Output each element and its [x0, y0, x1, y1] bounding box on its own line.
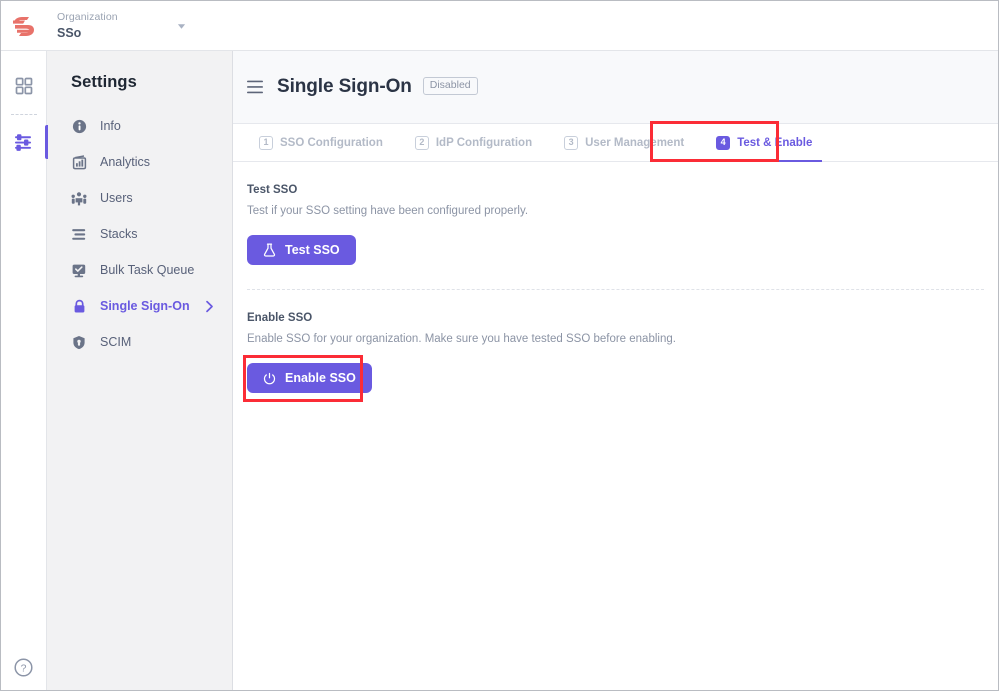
info-circle-icon: [71, 118, 87, 134]
tab-number-badge: 2: [415, 136, 429, 150]
tab-sso-configuration[interactable]: 1 SSO Configuration: [243, 124, 399, 161]
rail-item-help[interactable]: ?: [1, 657, 46, 678]
enable-sso-button[interactable]: Enable SSO: [247, 363, 372, 393]
tab-number-badge: 1: [259, 136, 273, 150]
chevron-down-icon: [177, 21, 186, 30]
sidebar-item-bulk-task-queue[interactable]: Bulk Task Queue: [47, 252, 232, 288]
sidebar-item-info[interactable]: Info: [47, 108, 232, 144]
test-sso-button-label: Test SSO: [285, 243, 340, 257]
help-circle-icon: ?: [13, 657, 34, 678]
organization-name: SSo: [57, 25, 118, 41]
lock-icon: [71, 298, 87, 314]
tab-idp-configuration[interactable]: 2 IdP Configuration: [399, 124, 548, 161]
app-logo[interactable]: [1, 1, 47, 50]
tab-label: User Management: [585, 137, 684, 149]
test-and-enable-panel: Test SSO Test if your SSO setting have b…: [233, 162, 998, 393]
svg-text:?: ?: [21, 662, 27, 674]
tab-user-management[interactable]: 3 User Management: [548, 124, 700, 161]
stacks-layers-icon: [71, 226, 87, 242]
sidebar-item-label: Single Sign-On: [100, 299, 190, 313]
app-window: Organization SSo: [0, 0, 999, 691]
top-bar: Organization SSo: [1, 1, 998, 51]
settings-sidebar: Settings Info: [47, 51, 233, 690]
scalr-s-logo-icon: [11, 14, 37, 38]
tab-label: Test & Enable: [737, 137, 812, 149]
content-card: 1 SSO Configuration 2 IdP Configuration …: [233, 123, 998, 690]
tab-label: IdP Configuration: [436, 137, 532, 149]
tab-bar: 1 SSO Configuration 2 IdP Configuration …: [233, 124, 998, 162]
flask-beaker-icon: [263, 243, 276, 257]
sidebar-item-label: Info: [100, 119, 121, 133]
sidebar-item-analytics[interactable]: Analytics: [47, 144, 232, 180]
settings-sidebar-title: Settings: [47, 73, 232, 108]
sidebar-item-scim[interactable]: SCIM: [47, 324, 232, 360]
sidebar-item-users[interactable]: Users: [47, 180, 232, 216]
sidebar-item-single-sign-on[interactable]: Single Sign-On: [47, 288, 232, 324]
sidebar-item-stacks[interactable]: Stacks: [47, 216, 232, 252]
test-sso-button[interactable]: Test SSO: [247, 235, 356, 265]
sidebar-item-label: Analytics: [100, 155, 150, 169]
organization-label: Organization: [57, 10, 118, 24]
test-sso-section: Test SSO Test if your SSO setting have b…: [247, 184, 984, 265]
section-title: Enable SSO: [247, 312, 984, 324]
rail-divider: [11, 114, 37, 115]
rail-item-dashboard[interactable]: [1, 63, 47, 109]
hamburger-menu-icon[interactable]: [247, 80, 263, 94]
sidebar-item-label: Users: [100, 191, 133, 205]
tab-label: SSO Configuration: [280, 137, 383, 149]
task-queue-icon: [71, 262, 87, 278]
settings-sliders-icon: [13, 132, 34, 153]
main-pane: Single Sign-On Disabled 1 SSO Configurat…: [233, 51, 998, 690]
sidebar-item-label: SCIM: [100, 335, 131, 349]
tab-number-badge: 4: [716, 136, 730, 150]
organization-text: Organization SSo: [57, 10, 118, 41]
sidebar-item-label: Stacks: [100, 227, 138, 241]
tab-test-and-enable[interactable]: 4 Test & Enable: [700, 124, 828, 161]
page-header: Single Sign-On Disabled: [233, 51, 998, 123]
body-row: ? Settings Info: [1, 51, 998, 690]
page-title: Single Sign-On: [277, 76, 412, 98]
power-icon: [263, 372, 276, 385]
icon-rail: ?: [1, 51, 47, 690]
enable-sso-section: Enable SSO Enable SSO for your organizat…: [247, 290, 984, 393]
tab-number-badge: 3: [564, 136, 578, 150]
organization-selector[interactable]: Organization SSo: [47, 1, 237, 50]
enable-sso-button-label: Enable SSO: [285, 371, 356, 385]
shield-icon: [71, 334, 87, 350]
dashboard-grid-icon: [14, 76, 34, 96]
section-description: Test if your SSO setting have been confi…: [247, 205, 984, 217]
section-title: Test SSO: [247, 184, 984, 196]
chevron-right-icon: [205, 300, 214, 313]
status-badge: Disabled: [423, 77, 478, 95]
users-group-icon: [71, 190, 87, 206]
section-description: Enable SSO for your organization. Make s…: [247, 333, 984, 345]
analytics-chart-icon: [71, 154, 87, 170]
rail-item-settings[interactable]: [1, 119, 47, 165]
sidebar-item-label: Bulk Task Queue: [100, 263, 194, 277]
